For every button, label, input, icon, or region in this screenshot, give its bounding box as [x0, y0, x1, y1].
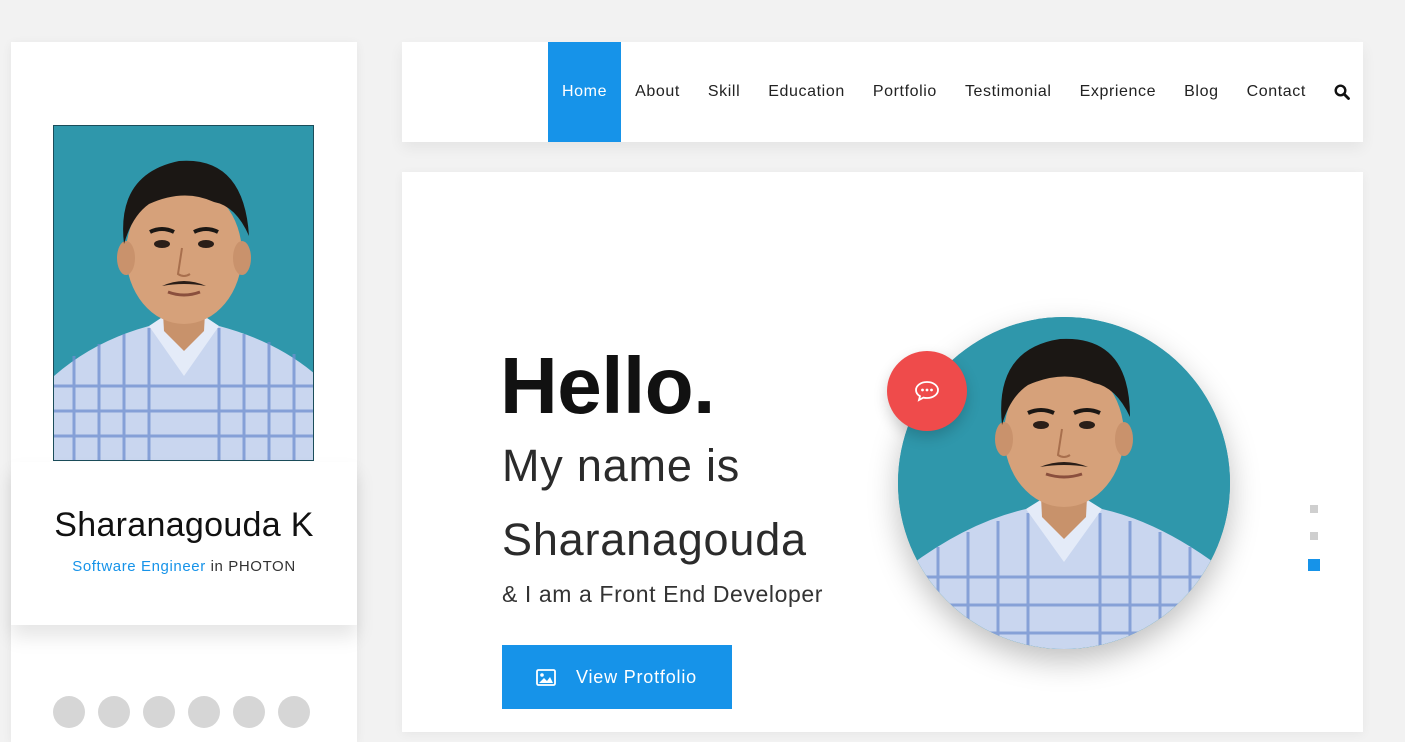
image-icon	[536, 668, 556, 686]
view-portfolio-label: View Protfolio	[576, 666, 697, 687]
slider-dot[interactable]	[1310, 532, 1318, 540]
search-button[interactable]	[1320, 42, 1364, 142]
nav-item-skill[interactable]: Skill	[694, 42, 754, 142]
hero-section: Hello. My name is Sharanagouda & I am a …	[402, 172, 1363, 732]
instagram-icon[interactable]	[188, 696, 220, 728]
nav-item-blog[interactable]: Blog	[1170, 42, 1232, 142]
view-portfolio-button[interactable]: View Protfolio	[502, 645, 732, 709]
social-links	[53, 696, 310, 728]
profile-name: Sharanagouda K	[54, 506, 314, 544]
chat-button[interactable]	[887, 351, 967, 431]
slider-pagination	[1308, 505, 1320, 571]
chat-icon	[915, 381, 939, 402]
nav-item-contact[interactable]: Contact	[1233, 42, 1320, 142]
nav-item-testimonial[interactable]: Testimonial	[951, 42, 1066, 142]
hero-line-1: My name is	[502, 440, 741, 491]
hero-subtitle: & I am a Front End Developer	[502, 581, 824, 607]
person-photo-icon	[54, 126, 313, 460]
nav-item-home[interactable]: Home	[548, 42, 622, 142]
nav-item-exprience[interactable]: Exprience	[1066, 42, 1171, 142]
hero-line-2: Sharanagouda	[502, 514, 807, 565]
profile-photo	[53, 125, 314, 461]
twitter-icon[interactable]	[98, 696, 130, 728]
navbar: Home About Skill Education Portfolio Tes…	[402, 42, 1363, 142]
profile-role: Software Engineer in PHOTON	[11, 558, 357, 575]
company-name: PHOTON	[228, 558, 296, 575]
search-icon	[1334, 84, 1350, 100]
nav-item-education[interactable]: Education	[754, 42, 859, 142]
role-connector: in	[205, 558, 229, 575]
profile-info: Sharanagouda K Software Engineer in PHOT…	[11, 462, 357, 625]
nav-item-portfolio[interactable]: Portfolio	[859, 42, 951, 142]
facebook-icon[interactable]	[53, 696, 85, 728]
github-icon[interactable]	[233, 696, 265, 728]
nav-menu: Home About Skill Education Portfolio Tes…	[548, 42, 1364, 142]
linkedin-icon[interactable]	[143, 696, 175, 728]
nav-item-about[interactable]: About	[621, 42, 694, 142]
slider-dot[interactable]	[1310, 505, 1318, 513]
role-title: Software Engineer	[72, 558, 206, 575]
slider-dot-active[interactable]	[1308, 559, 1320, 571]
hero-greeting: Hello.	[500, 341, 715, 430]
profile-card: Sharanagouda K Software Engineer in PHOT…	[11, 42, 357, 742]
dribbble-icon[interactable]	[278, 696, 310, 728]
